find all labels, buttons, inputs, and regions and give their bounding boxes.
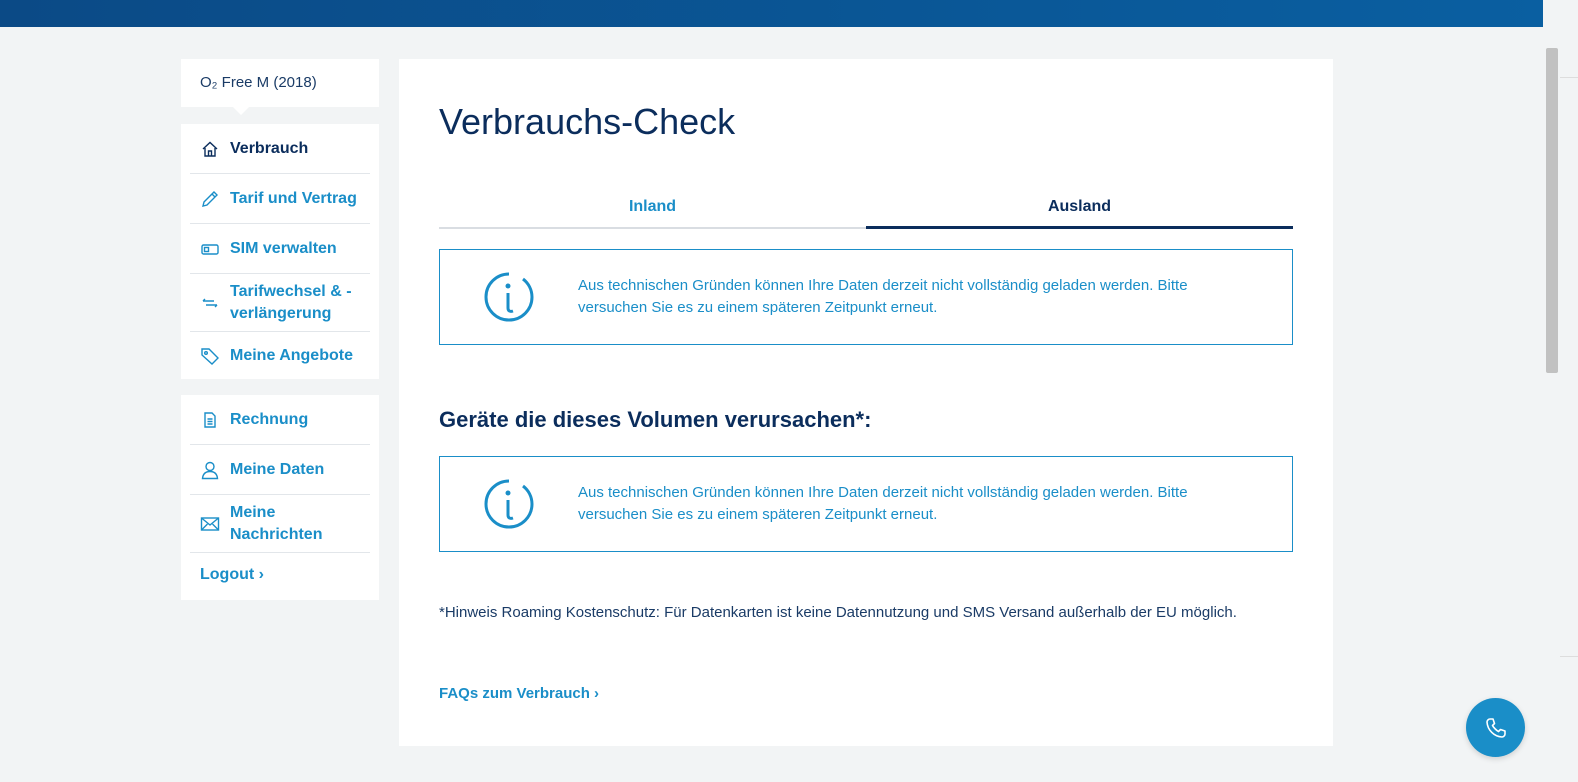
sidebar-item-meine-daten[interactable]: Meine Daten <box>190 445 370 495</box>
sidebar-item-label: Meine Angebote <box>230 346 353 364</box>
scrollbar-thumb[interactable] <box>1546 48 1558 373</box>
call-button[interactable] <box>1466 698 1525 757</box>
sidebar-item-meine-nachrichten[interactable]: Meine Nachrichten <box>190 495 370 553</box>
divider <box>1560 656 1578 657</box>
sim-card-icon <box>200 239 220 259</box>
logout-link[interactable]: Logout › <box>190 553 370 584</box>
sidebar-item-label: Tarif und Vertrag <box>230 189 357 207</box>
sidebar-item-meine-angebote[interactable]: Meine Angebote <box>190 332 370 379</box>
user-icon <box>200 460 220 480</box>
sidebar-primary-nav: Verbrauch Tarif und Vertrag SIM verwalte… <box>181 124 379 379</box>
pencil-icon <box>200 189 220 209</box>
switch-arrows-icon <box>200 293 220 313</box>
tag-icon <box>200 346 220 366</box>
tariff-name: O₂ Free M (2018) <box>200 74 317 91</box>
sidebar-item-label: Rechnung <box>230 410 309 428</box>
info-icon <box>484 479 534 529</box>
info-icon <box>484 272 534 322</box>
tab-inland[interactable]: Inland <box>439 187 866 227</box>
usage-tabs: Inland Ausland <box>439 187 1293 229</box>
top-header-bar <box>0 0 1543 27</box>
envelope-icon <box>200 514 220 534</box>
sidebar-item-label: SIM verwalten <box>230 239 337 257</box>
sidebar-secondary-nav: Rechnung Meine Daten Meine Nachrichten L… <box>181 395 379 600</box>
error-info-box: Aus technischen Gründen können Ihre Date… <box>439 249 1293 345</box>
sidebar-item-label: Tarifwechsel & -verlängerung <box>230 282 352 322</box>
document-icon <box>200 410 220 430</box>
tab-ausland[interactable]: Ausland <box>866 187 1293 229</box>
sidebar-item-verbrauch[interactable]: Verbrauch <box>190 124 370 174</box>
sidebar-item-rechnung[interactable]: Rechnung <box>190 395 370 445</box>
sidebar-item-tarifwechsel[interactable]: Tarifwechsel & -verlängerung <box>190 274 370 332</box>
sidebar-item-tarif-und-vertrag[interactable]: Tarif und Vertrag <box>190 174 370 224</box>
error-info-box: Aus technischen Gründen können Ihre Date… <box>439 456 1293 552</box>
home-icon <box>200 139 220 159</box>
sidebar-item-label: Meine Nachrichten <box>230 503 323 543</box>
divider <box>1560 77 1578 78</box>
info-message: Aus technischen Gründen können Ihre Date… <box>578 277 1188 316</box>
devices-heading: Geräte die dieses Volumen verursachen*: <box>439 407 872 432</box>
phone-icon <box>1485 717 1506 738</box>
tariff-selector[interactable]: O₂ Free M (2018) <box>181 59 379 115</box>
sidebar-item-label: Verbrauch <box>230 139 309 157</box>
roaming-hint: *Hinweis Roaming Kostenschutz: Für Daten… <box>439 604 1237 621</box>
main-content-card: Verbrauchs-Check Inland Ausland Aus tech… <box>399 59 1333 746</box>
sidebar-item-label: Meine Daten <box>230 460 325 478</box>
sidebar-item-sim-verwalten[interactable]: SIM verwalten <box>190 224 370 274</box>
page-title: Verbrauchs-Check <box>439 101 736 142</box>
faq-link[interactable]: FAQs zum Verbrauch › <box>439 685 599 702</box>
info-message: Aus technischen Gründen können Ihre Date… <box>578 484 1188 523</box>
